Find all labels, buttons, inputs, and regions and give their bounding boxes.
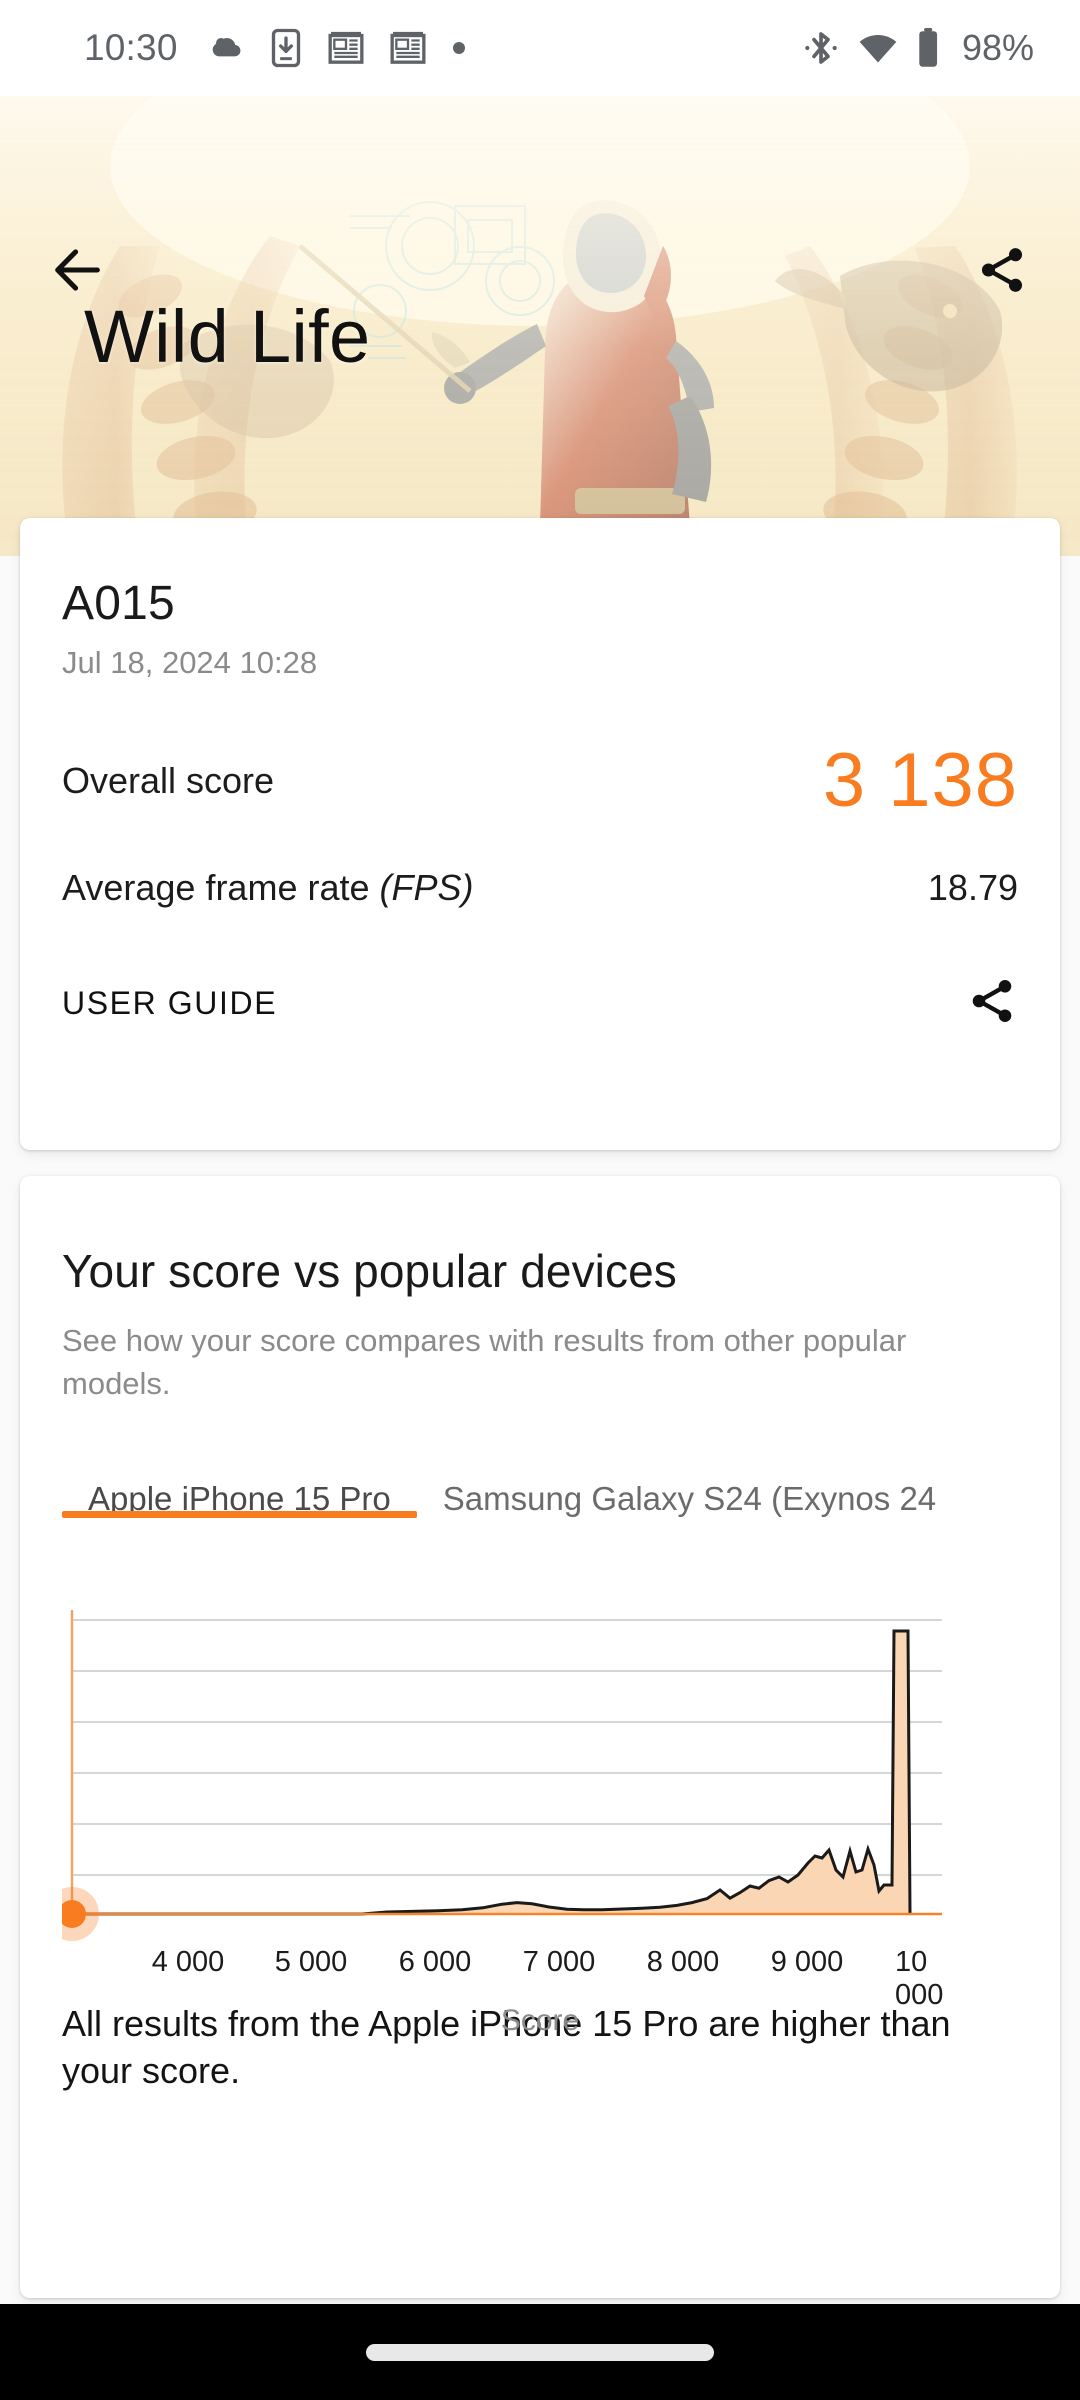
score-distribution-chart: 4 000 5 000 6 000 7 000 8 000 9 000 10 0… bbox=[62, 1596, 1018, 2037]
frame-rate-value: 18.79 bbox=[927, 867, 1018, 908]
x-tick-label: 10 000 bbox=[895, 1945, 944, 2011]
overall-score-row: Overall score 3 138 bbox=[62, 743, 1018, 819]
tab-label: Samsung Galaxy S24 (Exynos 24 bbox=[442, 1479, 937, 1517]
news-article-icon bbox=[326, 28, 366, 68]
x-tick-label: 7 000 bbox=[522, 1945, 596, 1978]
result-card-body: A015 Jul 18, 2024 10:28 Overall score 3 … bbox=[20, 518, 1060, 1032]
hero-banner: Wild Life bbox=[0, 96, 1080, 556]
user-guide-button[interactable]: USER GUIDE bbox=[62, 985, 277, 1022]
status-bar-system-icons: 98% bbox=[802, 27, 1034, 69]
device-name: A015 bbox=[62, 577, 175, 630]
x-tick-label: 5 000 bbox=[274, 1945, 348, 1978]
chart-svg bbox=[62, 1609, 942, 1941]
chart-x-axis-title: Score bbox=[500, 2003, 580, 2037]
comparison-card-body: Your score vs popular devices See how yo… bbox=[20, 1176, 1060, 2095]
result-timestamp: Jul 18, 2024 10:28 bbox=[62, 645, 318, 680]
phone-screen: 10:30 98% Wild Life A015 Jul 18, 2024 10… bbox=[0, 0, 1080, 2400]
x-tick-label: 8 000 bbox=[646, 1945, 720, 1978]
chart-gridlines bbox=[72, 1618, 942, 1876]
overall-score-label: Overall score bbox=[62, 760, 275, 801]
battery-percent-label: 98% bbox=[961, 27, 1034, 68]
gesture-home-pill[interactable] bbox=[366, 2343, 714, 2361]
result-summary-card: A015 Jul 18, 2024 10:28 Overall score 3 … bbox=[20, 518, 1060, 1150]
more-dot-icon bbox=[450, 39, 468, 57]
weather-cloud-icon bbox=[206, 28, 246, 68]
frame-rate-label: Average frame rate (FPS) bbox=[62, 867, 474, 909]
tab-samsung-galaxy-s24[interactable]: Samsung Galaxy S24 (Exynos 24 bbox=[417, 1458, 962, 1518]
status-bar: 10:30 98% bbox=[0, 0, 1080, 96]
device-tabs[interactable]: Apple iPhone 15 Pro Samsung Galaxy S24 (… bbox=[62, 1458, 1018, 1558]
battery-icon bbox=[916, 27, 940, 69]
share-icon bbox=[975, 243, 1029, 302]
x-tick-label: 9 000 bbox=[770, 1945, 844, 1978]
overall-score-value: 3 138 bbox=[822, 738, 1018, 823]
user-score-marker bbox=[62, 1886, 99, 1941]
bluetooth-icon bbox=[802, 27, 840, 69]
tab-active-indicator bbox=[62, 1510, 417, 1518]
comparison-title: Your score vs popular devices bbox=[62, 1245, 677, 1297]
comparison-card: Your score vs popular devices See how yo… bbox=[20, 1176, 1060, 2298]
tab-apple-iphone-15-pro[interactable]: Apple iPhone 15 Pro bbox=[62, 1458, 417, 1518]
phone-download-icon bbox=[268, 28, 304, 68]
x-tick-label: 6 000 bbox=[398, 1945, 472, 1978]
status-bar-notification-icons bbox=[206, 28, 468, 68]
frame-rate-unit: (FPS) bbox=[379, 867, 474, 908]
comparison-subtitle: See how your score compares with results… bbox=[62, 1323, 907, 1401]
frame-rate-label-text: Average frame rate bbox=[62, 867, 380, 908]
page-title: Wild Life bbox=[84, 295, 371, 378]
x-tick-label: 4 000 bbox=[151, 1945, 225, 1978]
wifi-icon bbox=[857, 31, 899, 65]
share-icon bbox=[966, 979, 1018, 1031]
result-share-button[interactable] bbox=[966, 975, 1018, 1032]
status-bar-clock: 10:30 bbox=[84, 27, 178, 68]
frame-rate-row: Average frame rate (FPS) 18.79 bbox=[62, 867, 1018, 909]
user-guide-row: USER GUIDE bbox=[62, 975, 1018, 1032]
system-navigation-bar bbox=[0, 2304, 1080, 2400]
chart-x-tick-labels: 4 000 5 000 6 000 7 000 8 000 9 000 10 0… bbox=[62, 1945, 1018, 2011]
news-article-icon bbox=[388, 28, 428, 68]
hero-share-button[interactable] bbox=[956, 226, 1048, 318]
